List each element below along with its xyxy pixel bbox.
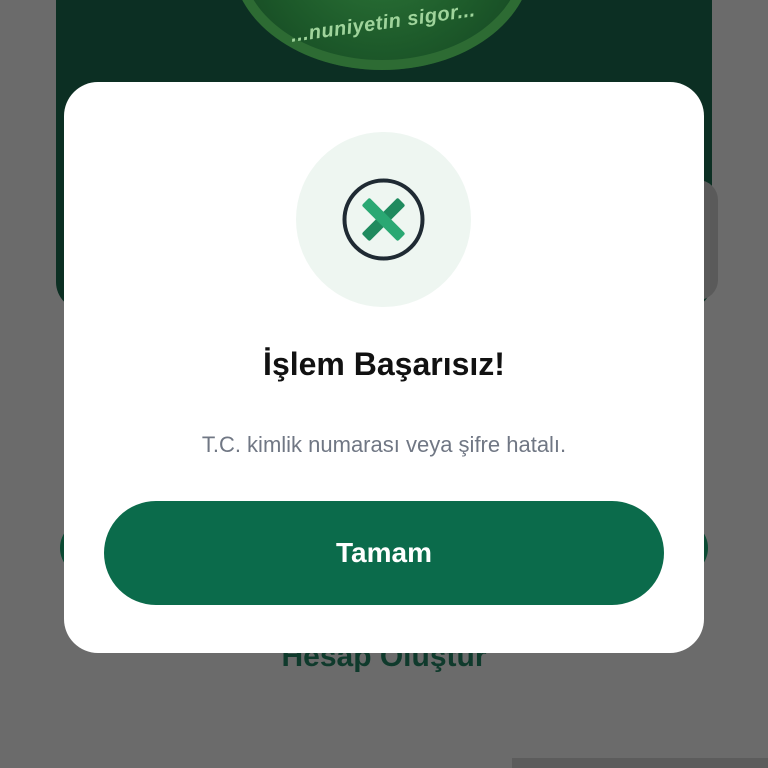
background-bottom-bar [512, 758, 768, 768]
dialog-title: İşlem Başarısız! [263, 346, 505, 382]
app-screen: ...nuniyetin sigor... Hesap Oluştur İşle… [0, 0, 768, 768]
dialog-message: T.C. kimlik numarası veya şifre hatalı. [201, 432, 567, 457]
ok-button[interactable]: Tamam [104, 501, 664, 605]
error-dialog: İşlem Başarısız! T.C. kimlik numarası ve… [64, 82, 704, 653]
icon-halo [296, 132, 471, 307]
x-circle-icon [342, 178, 425, 261]
